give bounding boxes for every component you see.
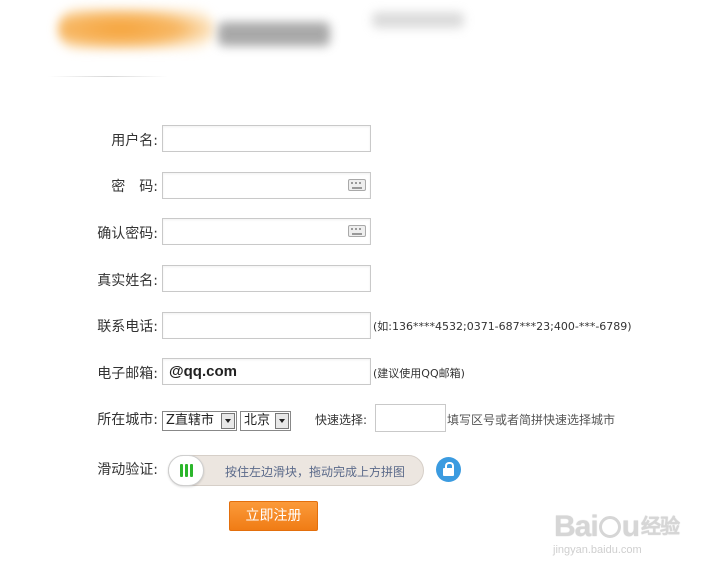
watermark-brand-tail: u [621,510,640,543]
quick-select-label: 快速选择: [315,413,368,427]
realname-label: 真实姓名: [97,273,158,289]
watermark-cn: 经验 [641,516,680,538]
email-value: @qq.com [169,363,237,380]
province-select-value: Z直辖市 [166,413,214,428]
username-input[interactable] [162,125,371,152]
grip-icon [180,464,183,477]
realname-input[interactable] [162,265,371,292]
phone-label: 联系电话: [97,319,158,335]
grip-icon [185,464,188,477]
confirm-password-label: 确认密码: [97,226,158,242]
phone-input[interactable] [162,312,371,339]
grip-icon [190,464,193,477]
quick-select-hint: 填写区号或者简拼快速选择城市 [447,413,616,427]
keyboard-icon[interactable] [348,225,366,237]
header-nav-link[interactable] [372,12,464,28]
watermark-brand: Bai [554,510,599,543]
paw-icon [598,516,621,538]
watermark-url: jingyan.baidu.com [553,544,642,556]
site-logo[interactable] [58,8,214,50]
phone-hint: (如:136****4532;0371-687***23;400-***-678… [373,320,632,333]
username-label: 用户名: [111,133,158,149]
slider-instruction: 按住左边滑块，拖动完成上方拼图 [225,465,406,479]
slider-handle[interactable] [168,455,204,486]
lock-icon [436,457,461,482]
baidu-jingyan-watermark: Bai u 经验 [554,510,680,544]
password-label: 密 码: [111,179,158,195]
chevron-down-icon[interactable] [221,413,235,429]
province-select[interactable]: Z直辖市 [162,411,237,431]
site-logo-text [218,22,330,46]
slider-label: 滑动验证: [97,462,158,478]
quick-select-input[interactable] [375,404,446,432]
email-hint: (建议使用QQ邮箱) [373,367,465,380]
password-input[interactable] [162,172,371,199]
keyboard-icon[interactable] [348,179,366,191]
chevron-down-icon[interactable] [275,413,289,429]
register-button[interactable]: 立即注册 [229,501,318,531]
header-divider [48,76,168,77]
lock-body [443,468,454,476]
email-label: 电子邮箱: [97,366,158,382]
city-select-value: 北京 [244,413,271,428]
email-input[interactable]: @qq.com [162,358,371,385]
confirm-password-input[interactable] [162,218,371,245]
city-label: 所在城市: [97,412,158,428]
slider-captcha-track[interactable]: 按住左边滑块，拖动完成上方拼图 [168,455,424,486]
city-select[interactable]: 北京 [240,411,291,431]
